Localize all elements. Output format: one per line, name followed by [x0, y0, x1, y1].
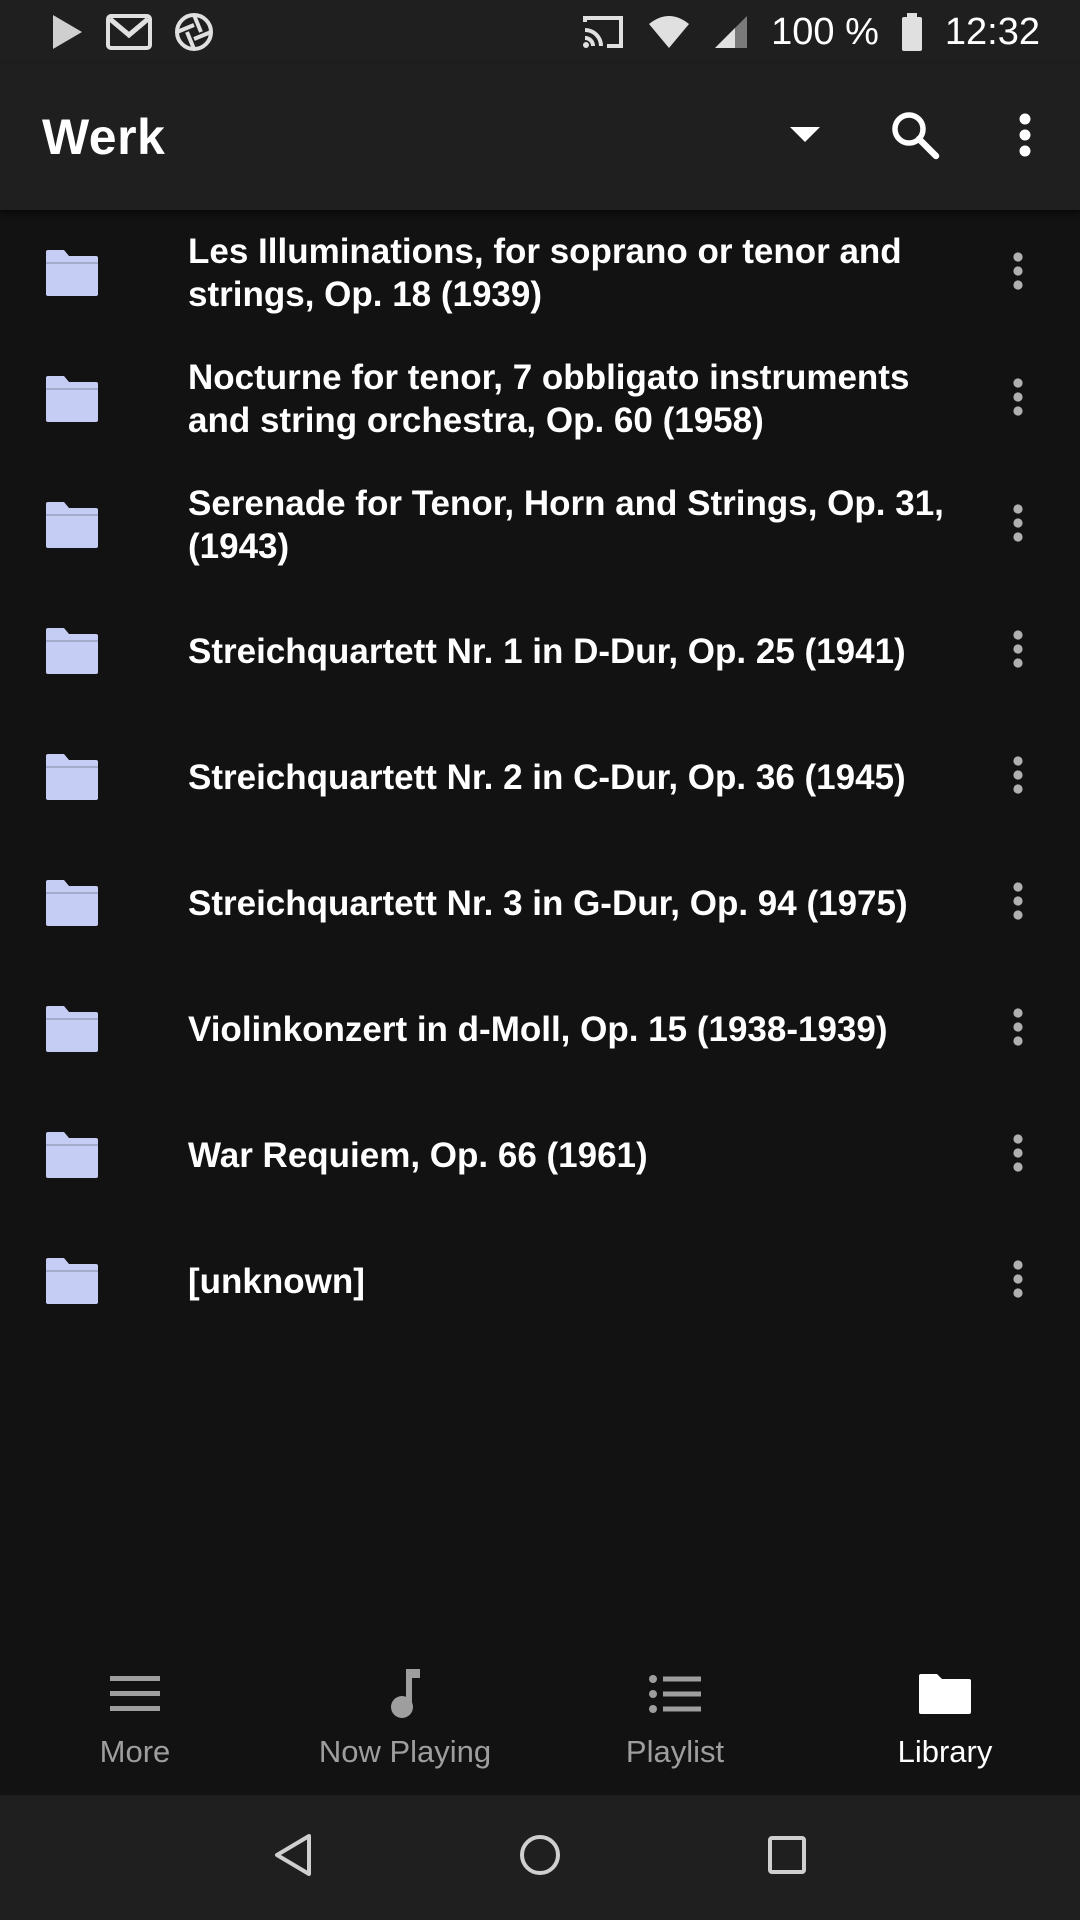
list-item-label: [unknown] [188, 1261, 365, 1301]
bottom-navigation: More Now Playing Playlist Library [0, 1640, 1080, 1795]
folder-icon [917, 1666, 973, 1722]
signal-icon [713, 14, 749, 50]
status-left [50, 12, 214, 52]
list-item-label: Les Illuminations, for soprano or tenor … [188, 232, 902, 314]
dropdown-button[interactable] [750, 82, 860, 192]
status-bar: 100 % 12:32 [0, 0, 1080, 64]
more-vert-icon [1013, 1259, 1023, 1303]
list-item-label: Nocturne for tenor, 7 obbligato instrume… [188, 358, 910, 440]
list-item[interactable]: War Requiem, Op. 66 (1961) [0, 1092, 1080, 1218]
item-overflow-button[interactable] [968, 588, 1068, 714]
folder-icon [0, 462, 188, 588]
list-item[interactable]: Streichquartett Nr. 3 in G-Dur, Op. 94 (… [0, 840, 1080, 966]
more-vert-icon [1013, 251, 1023, 295]
gmail-icon [106, 14, 152, 50]
back-button[interactable] [248, 1813, 338, 1903]
cast-icon [581, 14, 625, 50]
list-item[interactable]: Streichquartett Nr. 1 in D-Dur, Op. 25 (… [0, 588, 1080, 714]
more-vert-icon [1013, 755, 1023, 799]
item-overflow-button[interactable] [968, 1218, 1068, 1344]
music-note-icon [388, 1666, 422, 1722]
list-item-label: Streichquartett Nr. 3 in G-Dur, Op. 94 (… [188, 883, 908, 923]
search-icon [890, 110, 940, 165]
item-overflow-button[interactable] [968, 714, 1068, 840]
list-item-label: Streichquartett Nr. 2 in C-Dur, Op. 36 (… [188, 757, 906, 797]
more-vert-icon [1013, 377, 1023, 421]
more-vert-icon [1013, 881, 1023, 925]
list-item[interactable]: Les Illuminations, for soprano or tenor … [0, 210, 1080, 336]
list-item[interactable]: Streichquartett Nr. 2 in C-Dur, Op. 36 (… [0, 714, 1080, 840]
list-item-label: War Requiem, Op. 66 (1961) [188, 1135, 648, 1175]
nav-library[interactable]: Library [810, 1640, 1080, 1795]
clock: 12:32 [944, 10, 1040, 53]
list-item-label: Violinkonzert in d-Moll, Op. 15 (1938-19… [188, 1009, 888, 1049]
folder-icon [0, 1218, 188, 1344]
nav-more[interactable]: More [0, 1640, 270, 1795]
more-vert-icon [1013, 629, 1023, 673]
folder-icon [0, 210, 188, 336]
folder-icon [0, 840, 188, 966]
nav-playlist-label: Playlist [625, 1733, 725, 1769]
nav-now-playing-label: Now Playing [318, 1733, 492, 1769]
overflow-menu-icon [1019, 113, 1031, 162]
nav-playlist[interactable]: Playlist [540, 1640, 810, 1795]
more-vert-icon [1013, 1007, 1023, 1051]
item-overflow-button[interactable] [968, 336, 1068, 462]
menu-icon [110, 1666, 160, 1722]
more-vert-icon [1013, 1133, 1023, 1177]
overflow-menu-button[interactable] [970, 82, 1080, 192]
app-bar: Werk [0, 64, 1080, 210]
nav-library-label: Library [897, 1733, 993, 1769]
list-item[interactable]: Serenade for Tenor, Horn and Strings, Op… [0, 462, 1080, 588]
battery-icon [901, 13, 923, 51]
dropdown-arrow-icon [790, 126, 820, 148]
item-overflow-button[interactable] [968, 1092, 1068, 1218]
battery-percent: 100 % [771, 10, 879, 53]
home-circle-icon [518, 1833, 562, 1882]
item-overflow-button[interactable] [968, 210, 1068, 336]
item-overflow-button[interactable] [968, 462, 1068, 588]
status-right: 100 % 12:32 [581, 11, 1040, 54]
search-button[interactable] [860, 82, 970, 192]
more-vert-icon [1013, 503, 1023, 547]
aperture-icon [174, 12, 214, 52]
folder-icon [0, 966, 188, 1092]
folder-icon [0, 336, 188, 462]
item-overflow-button[interactable] [968, 966, 1068, 1092]
list-icon [649, 1666, 701, 1722]
list-item[interactable]: Nocturne for tenor, 7 obbligato instrume… [0, 336, 1080, 462]
back-triangle-icon [273, 1833, 313, 1882]
home-button[interactable] [495, 1813, 585, 1903]
recents-button[interactable] [742, 1813, 832, 1903]
list-item-label: Serenade for Tenor, Horn and Strings, Op… [188, 484, 944, 566]
nav-now-playing[interactable]: Now Playing [270, 1640, 540, 1795]
system-navigation-bar [0, 1795, 1080, 1920]
nav-more-label: More [99, 1733, 171, 1769]
list-item[interactable]: Violinkonzert in d-Moll, Op. 15 (1938-19… [0, 966, 1080, 1092]
wifi-icon [647, 14, 691, 50]
page-title: Werk [42, 109, 166, 165]
play-store-icon [50, 13, 84, 51]
item-overflow-button[interactable] [968, 840, 1068, 966]
folder-icon [0, 588, 188, 714]
list-item[interactable]: [unknown] [0, 1218, 1080, 1344]
folder-icon [0, 714, 188, 840]
folder-icon [0, 1092, 188, 1218]
recents-square-icon [767, 1835, 807, 1880]
list-item-label: Streichquartett Nr. 1 in D-Dur, Op. 25 (… [188, 631, 906, 671]
work-list: Les Illuminations, for soprano or tenor … [0, 210, 1080, 1344]
